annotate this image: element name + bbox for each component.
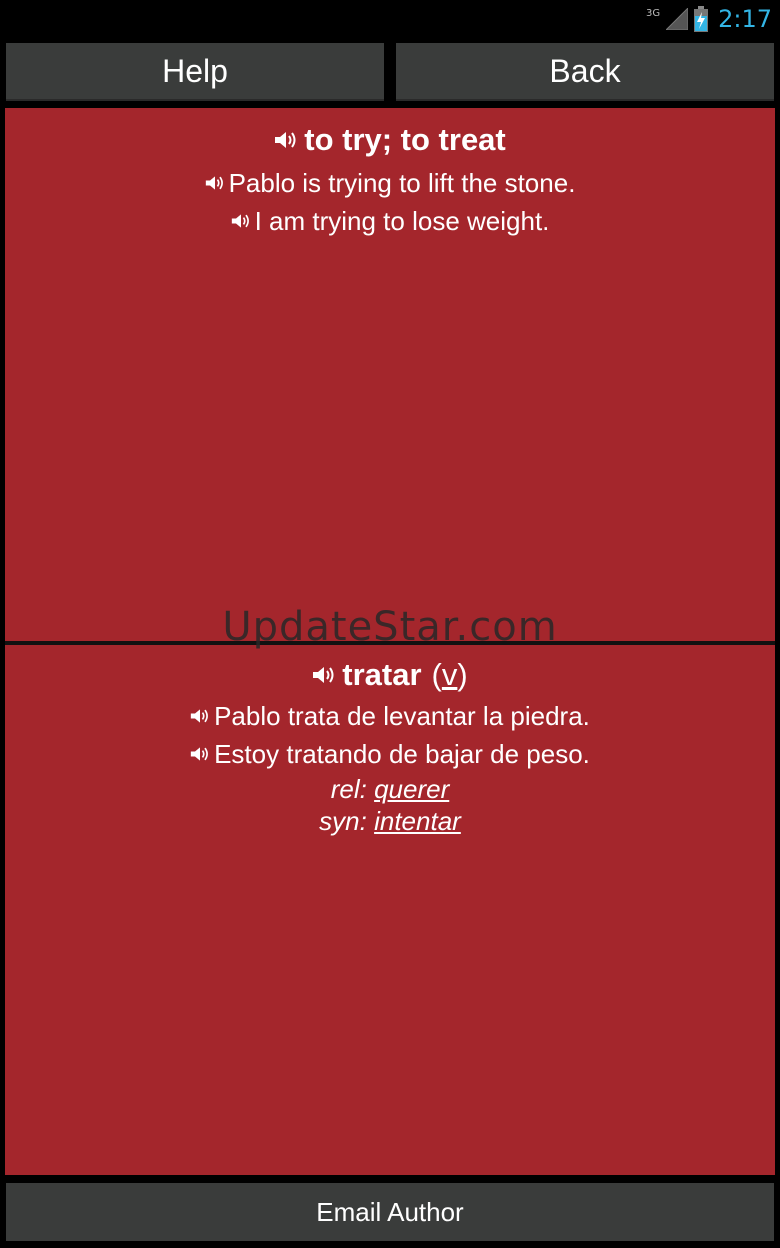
related-word-link[interactable]: querer bbox=[374, 774, 449, 804]
status-icons: 3G 2:17 bbox=[646, 4, 772, 34]
battery-icon bbox=[694, 6, 709, 32]
spanish-headword: tratar (v) bbox=[312, 657, 468, 693]
speaker-icon[interactable] bbox=[231, 212, 251, 230]
spanish-panel: tratar (v) Pablo trata de levantar la pi… bbox=[5, 645, 775, 1175]
speaker-icon[interactable] bbox=[205, 174, 225, 192]
pos-close-paren: ) bbox=[457, 657, 468, 692]
synonym-line: syn: intentar bbox=[5, 805, 775, 837]
speaker-icon[interactable] bbox=[190, 707, 210, 725]
spanish-headword-text: tratar bbox=[342, 657, 422, 692]
synonym-label: syn: bbox=[319, 806, 367, 836]
part-of-speech-link[interactable]: v bbox=[442, 657, 458, 692]
synonym-word-link[interactable]: intentar bbox=[374, 806, 461, 836]
speaker-icon[interactable] bbox=[274, 130, 298, 150]
spanish-example-text: Estoy tratando de bajar de peso. bbox=[214, 738, 590, 769]
spanish-example: Estoy tratando de bajar de peso. bbox=[5, 735, 775, 773]
spanish-example: Pablo trata de levantar la piedra. bbox=[5, 697, 775, 735]
speaker-icon[interactable] bbox=[190, 745, 210, 763]
english-example: I am trying to lose weight. bbox=[5, 202, 775, 240]
clock: 2:17 bbox=[718, 5, 772, 33]
english-panel: to try; to treat Pablo is trying to lift… bbox=[5, 108, 775, 641]
status-bar: 3G 2:17 bbox=[0, 0, 780, 38]
english-example-text: Pablo is trying to lift the stone. bbox=[228, 167, 576, 198]
related-label: rel: bbox=[330, 774, 367, 804]
english-example: Pablo is trying to lift the stone. bbox=[5, 164, 775, 202]
english-example-text: I am trying to lose weight. bbox=[254, 205, 550, 236]
signal-icon bbox=[666, 8, 689, 30]
back-button[interactable]: Back bbox=[396, 43, 774, 101]
english-headword-text: to try; to treat bbox=[304, 122, 506, 157]
pos-open-paren: ( bbox=[431, 657, 442, 692]
network-type-label: 3G bbox=[645, 7, 661, 19]
help-button[interactable]: Help bbox=[6, 43, 384, 101]
related-line: rel: querer bbox=[5, 773, 775, 805]
email-author-button[interactable]: Email Author bbox=[6, 1183, 774, 1241]
english-headword: to try; to treat bbox=[274, 122, 506, 158]
speaker-icon[interactable] bbox=[312, 665, 336, 685]
spanish-example-text: Pablo trata de levantar la piedra. bbox=[214, 700, 590, 731]
part-of-speech: (v) bbox=[432, 657, 468, 693]
